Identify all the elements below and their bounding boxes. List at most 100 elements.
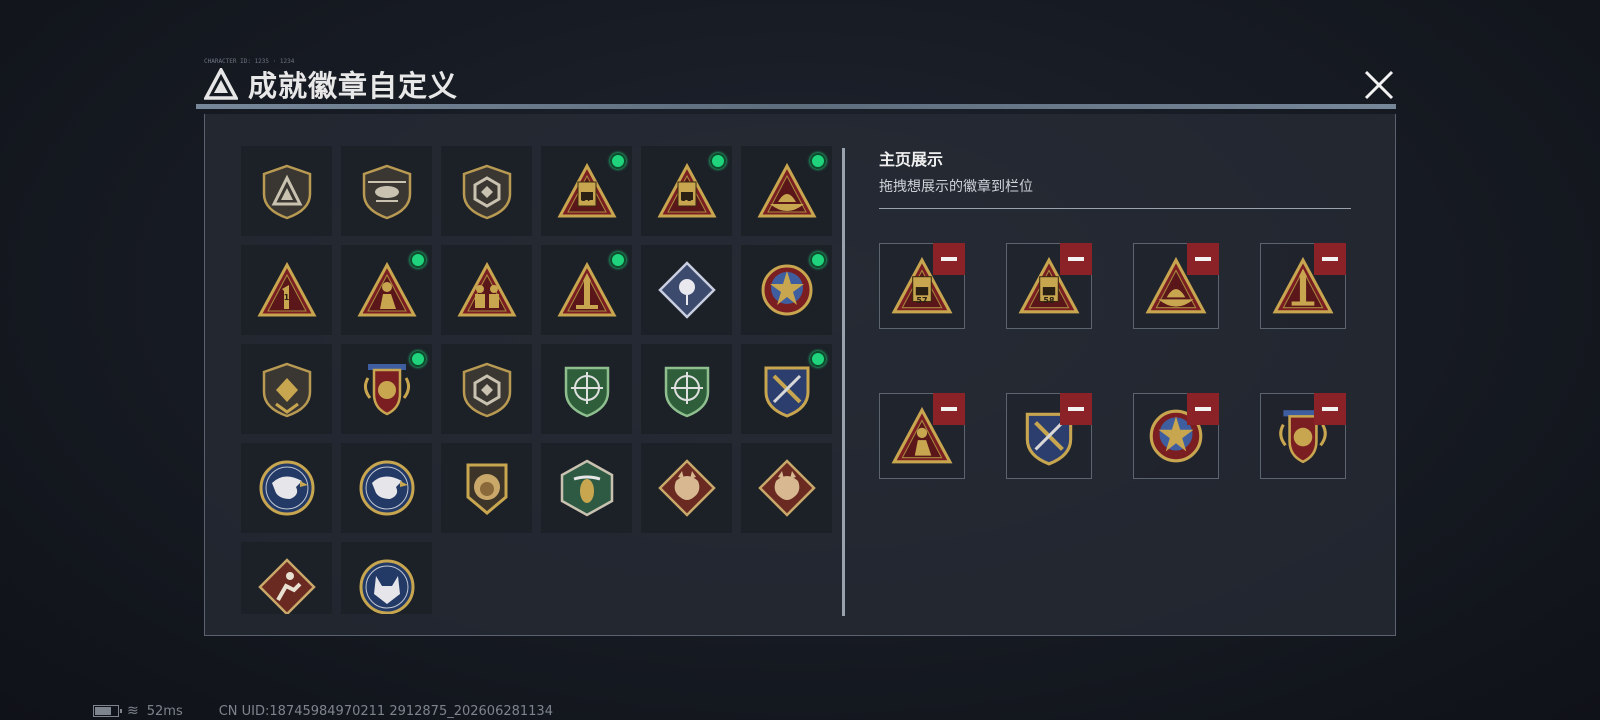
- equipped-indicator: [810, 252, 826, 268]
- eagle-badge-icon: [259, 460, 314, 516]
- runner-diamond-badge-icon: [257, 558, 316, 614]
- minus-icon: [941, 407, 957, 411]
- shield-hex-badge-icon: [462, 164, 511, 220]
- showcase-slot[interactable]: [879, 393, 965, 479]
- eagle-badge-icon: [359, 460, 414, 516]
- equipped-indicator: [610, 252, 626, 268]
- badge-cell[interactable]: [341, 344, 432, 434]
- badge-cell[interactable]: [541, 245, 632, 335]
- badge-grid: 57 58 1: [241, 146, 837, 614]
- ping-text: 52ms: [146, 703, 183, 719]
- showcase-slot[interactable]: [1133, 393, 1219, 479]
- badge-cell[interactable]: [441, 245, 532, 335]
- triangle-rank-1-badge-icon: [256, 261, 317, 317]
- triangle-57-badge-icon: [556, 162, 617, 218]
- remove-badge-button[interactable]: [1314, 243, 1346, 275]
- showcase-slot[interactable]: [1260, 243, 1346, 329]
- badge-cell[interactable]: [441, 146, 532, 236]
- minus-icon: [1322, 407, 1338, 411]
- equipped-indicator: [810, 153, 826, 169]
- triangle-squad-badge-icon: [456, 261, 517, 317]
- showcase-slot[interactable]: 58: [1006, 243, 1092, 329]
- battery-icon: [93, 705, 122, 717]
- showcase-section: 主页展示 拖拽想展示的徽章到栏位 57 58: [879, 146, 1351, 479]
- showcase-subtitle: 拖拽想展示的徽章到栏位: [879, 179, 1033, 195]
- badge-dialog-panel: 57 58 1 主页展示 拖拽想展示的徽章到栏位 57 58: [204, 114, 1396, 636]
- dragon-diamond-badge-icon: [657, 459, 716, 517]
- dialog-header: 成就徽章自定义: [204, 64, 458, 104]
- remove-badge-button[interactable]: [933, 243, 965, 275]
- badge-cell[interactable]: [341, 146, 432, 236]
- helicopter-badge-icon: [362, 164, 411, 220]
- badge-cell[interactable]: [741, 443, 832, 533]
- badge-scrollbar[interactable]: [842, 148, 845, 616]
- lion-badge-icon: [466, 463, 507, 515]
- badge-collection[interactable]: 57 58 1: [241, 146, 837, 614]
- badge-cell[interactable]: [241, 443, 332, 533]
- badge-cell[interactable]: [241, 344, 332, 434]
- green-crosshair-badge-icon: [664, 366, 709, 418]
- remove-badge-button[interactable]: [1314, 393, 1346, 425]
- dialog-title: 成就徽章自定义: [248, 69, 459, 103]
- showcase-slot[interactable]: [1133, 243, 1219, 329]
- badge-cell[interactable]: [441, 443, 532, 533]
- wasp-hex-badge-icon: [560, 459, 613, 517]
- badge-cell[interactable]: [241, 146, 332, 236]
- shield-triangle-badge-icon: [262, 164, 311, 220]
- green-crosshair-badge-icon: [564, 366, 609, 418]
- triangle-rocket-badge-icon: [556, 261, 617, 317]
- showcase-slot[interactable]: [1006, 393, 1092, 479]
- triangle-soldier-badge-icon: [356, 261, 417, 317]
- shield-chevron-badge-icon: [262, 362, 311, 418]
- triangle-logo-icon: [204, 68, 238, 100]
- showcase-divider: [879, 208, 1351, 209]
- dragon-diamond-badge-icon: [757, 459, 816, 517]
- badge-cell[interactable]: 58: [641, 146, 732, 236]
- badge-cell[interactable]: 1: [241, 245, 332, 335]
- triangle-58-badge-icon: [656, 162, 717, 218]
- close-button[interactable]: [1362, 68, 1396, 102]
- remove-badge-button[interactable]: [1187, 243, 1219, 275]
- status-bar: ≋ 52ms CN UID:18745984970211 2912875_202…: [93, 703, 553, 719]
- wolf-badge-icon: [359, 559, 414, 614]
- equipped-indicator: [410, 252, 426, 268]
- remove-badge-button[interactable]: [1187, 393, 1219, 425]
- showcase-slot[interactable]: 57: [879, 243, 965, 329]
- uid-text: CN UID:18745984970211 2912875_2026062811…: [218, 703, 553, 719]
- badge-cell[interactable]: [741, 245, 832, 335]
- remove-badge-button[interactable]: [1060, 243, 1092, 275]
- title-divider: [196, 104, 1396, 109]
- diamond-rose-badge-icon: [657, 261, 716, 319]
- blue-crest-badge-icon: [764, 366, 809, 418]
- showcase-slots: 57 58: [879, 243, 1351, 479]
- minus-icon: [1068, 407, 1084, 411]
- showcase-slot[interactable]: [1260, 393, 1346, 479]
- shield-gem-badge-icon: [462, 362, 511, 418]
- remove-badge-button[interactable]: [933, 393, 965, 425]
- equipped-indicator: [610, 153, 626, 169]
- badge-cell[interactable]: [541, 344, 632, 434]
- remove-badge-button[interactable]: [1060, 393, 1092, 425]
- equipped-indicator: [410, 351, 426, 367]
- badge-cell[interactable]: [641, 344, 732, 434]
- badge-cell[interactable]: [741, 344, 832, 434]
- minus-icon: [1068, 257, 1084, 261]
- badge-cell[interactable]: [441, 344, 532, 434]
- triangle-boat-badge-icon: [756, 162, 817, 218]
- showcase-title: 主页展示: [879, 150, 944, 169]
- badge-cell[interactable]: [241, 542, 332, 614]
- minus-icon: [941, 257, 957, 261]
- badge-cell[interactable]: 57: [541, 146, 632, 236]
- minus-icon: [1195, 257, 1211, 261]
- badge-cell[interactable]: [341, 245, 432, 335]
- equipped-indicator: [810, 351, 826, 367]
- badge-cell[interactable]: [341, 542, 432, 614]
- badge-cell[interactable]: [741, 146, 832, 236]
- badge-cell[interactable]: [341, 443, 432, 533]
- badge-cell[interactable]: [541, 443, 632, 533]
- badge-cell[interactable]: [641, 245, 732, 335]
- minus-icon: [1322, 257, 1338, 261]
- wifi-icon: ≋: [127, 703, 139, 719]
- equipped-indicator: [710, 153, 726, 169]
- badge-cell[interactable]: [641, 443, 732, 533]
